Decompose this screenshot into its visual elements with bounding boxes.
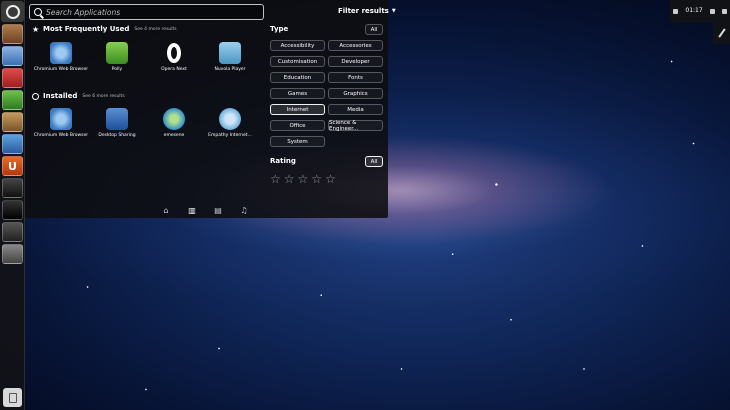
rating-star-4[interactable]: ☆ [311, 173, 322, 185]
terminal-launcher-icon[interactable] [2, 200, 23, 220]
music-icon[interactable]: ♫ [238, 205, 250, 215]
type-filter-button[interactable]: Graphics [328, 88, 383, 99]
lens-bar: ⌂ ▥ ▤ ♫ [160, 204, 250, 216]
rating-label: Rating [270, 157, 296, 165]
polly-launcher-icon[interactable] [2, 90, 23, 110]
type-filter-button[interactable]: Games [270, 88, 325, 99]
type-filter-button[interactable]: Accessibility [270, 40, 325, 51]
app-tile[interactable]: Opera Next [146, 42, 202, 73]
top-panel: 01:17 [670, 0, 730, 22]
app-tile[interactable]: Polly [89, 42, 145, 73]
app-label: Nuvola Player [214, 67, 246, 72]
dash-home-button[interactable] [1, 1, 24, 22]
search-icon [34, 8, 42, 16]
files-icon[interactable]: ▤ [212, 205, 224, 215]
app-tile[interactable]: emesene [146, 108, 202, 139]
opera-icon [163, 42, 185, 64]
type-filter-button[interactable]: Science & Engineer... [328, 120, 383, 132]
type-label: Type [270, 25, 289, 33]
type-filter-button[interactable]: Customisation [270, 56, 325, 67]
rating-stars: ☆ ☆ ☆ ☆ ☆ [270, 173, 336, 185]
type-filter-button-selected[interactable]: Internet [270, 104, 325, 115]
type-filter-button[interactable]: Media [328, 104, 383, 115]
type-filter-button[interactable]: Office [270, 120, 325, 131]
clock[interactable]: 01:17 [685, 8, 702, 14]
ubuntu-one-launcher-icon[interactable]: U [2, 156, 23, 176]
type-filter-button[interactable]: Education [270, 72, 325, 83]
app-label: Empathy Internet... [208, 133, 252, 138]
applications-icon[interactable]: ▥ [186, 205, 198, 215]
emesene-icon [163, 108, 185, 130]
rating-star-2[interactable]: ☆ [284, 173, 295, 185]
sound-icon[interactable] [709, 8, 715, 14]
disk-launcher-icon[interactable] [2, 244, 23, 264]
type-all-button[interactable]: All [365, 24, 383, 35]
desktop-sharing-icon [106, 108, 128, 130]
app-label: Opera Next [161, 67, 187, 72]
check-circle-icon [32, 92, 39, 100]
type-filter-button[interactable]: Fonts [328, 72, 383, 83]
type-filter-button[interactable]: Accessories [328, 40, 383, 51]
ubuntu-logo-icon [5, 4, 20, 19]
pen-icon [717, 28, 726, 38]
settings-launcher-icon[interactable] [2, 134, 23, 154]
caret-down-icon: ▼ [391, 8, 396, 14]
rating-star-1[interactable]: ☆ [270, 173, 281, 185]
nuvola-launcher-icon[interactable] [2, 68, 23, 88]
app-label: Chromium Web Browser [33, 67, 89, 72]
launcher: U [0, 0, 25, 410]
workspace-switcher-icon[interactable] [2, 178, 23, 198]
chromium-icon [50, 42, 72, 64]
files-launcher-icon[interactable] [2, 112, 23, 132]
app-tile[interactable]: Desktop Sharing [89, 108, 145, 139]
filter-results-toggle[interactable]: Filter results ▼ [338, 7, 396, 15]
session-icon[interactable] [721, 8, 727, 14]
system-monitor-launcher-icon[interactable] [2, 222, 23, 242]
installed-header: Installed See 6 more results [32, 92, 125, 100]
trash-icon[interactable] [3, 388, 22, 407]
app-label: Chromium Web Browser [33, 133, 89, 138]
star-icon: ★ [32, 24, 40, 34]
rating-star-5[interactable]: ☆ [325, 173, 336, 185]
empathy-icon [219, 108, 241, 130]
chromium-icon [50, 108, 72, 130]
rating-all-button[interactable]: All [365, 156, 383, 167]
network-icon[interactable] [673, 8, 679, 14]
type-filter-button[interactable]: Developer [328, 56, 383, 67]
polly-icon [106, 42, 128, 64]
most-frequent-more-link[interactable]: See 4 more results [134, 27, 176, 32]
nuvola-icon [219, 42, 241, 64]
most-frequent-header: ★ Most Frequently Used See 4 more result… [32, 25, 177, 33]
search-bar[interactable] [29, 4, 264, 20]
type-filter-button[interactable]: System [270, 136, 325, 147]
app-tile[interactable]: Chromium Web Browser [33, 42, 89, 73]
installed-more-link[interactable]: See 6 more results [82, 94, 124, 99]
home-folder-icon[interactable] [2, 24, 23, 44]
installed-title: Installed [43, 92, 78, 100]
filter-title: Filter results [338, 7, 389, 15]
chromium-launcher-icon[interactable] [2, 46, 23, 66]
app-tile[interactable]: Nuvola Player [202, 42, 258, 73]
trash-can-shape [8, 392, 17, 403]
app-label: emesene [163, 133, 185, 138]
app-tile[interactable]: Chromium Web Browser [33, 108, 89, 139]
most-frequent-title: Most Frequently Used [43, 25, 130, 33]
search-input[interactable] [46, 7, 256, 17]
app-label: Desktop Sharing [98, 133, 136, 138]
side-panel-handle[interactable] [713, 22, 730, 44]
rating-star-3[interactable]: ☆ [298, 173, 309, 185]
app-tile[interactable]: Empathy Internet... [202, 108, 258, 139]
app-label: Polly [111, 67, 123, 72]
home-icon[interactable]: ⌂ [160, 205, 172, 215]
